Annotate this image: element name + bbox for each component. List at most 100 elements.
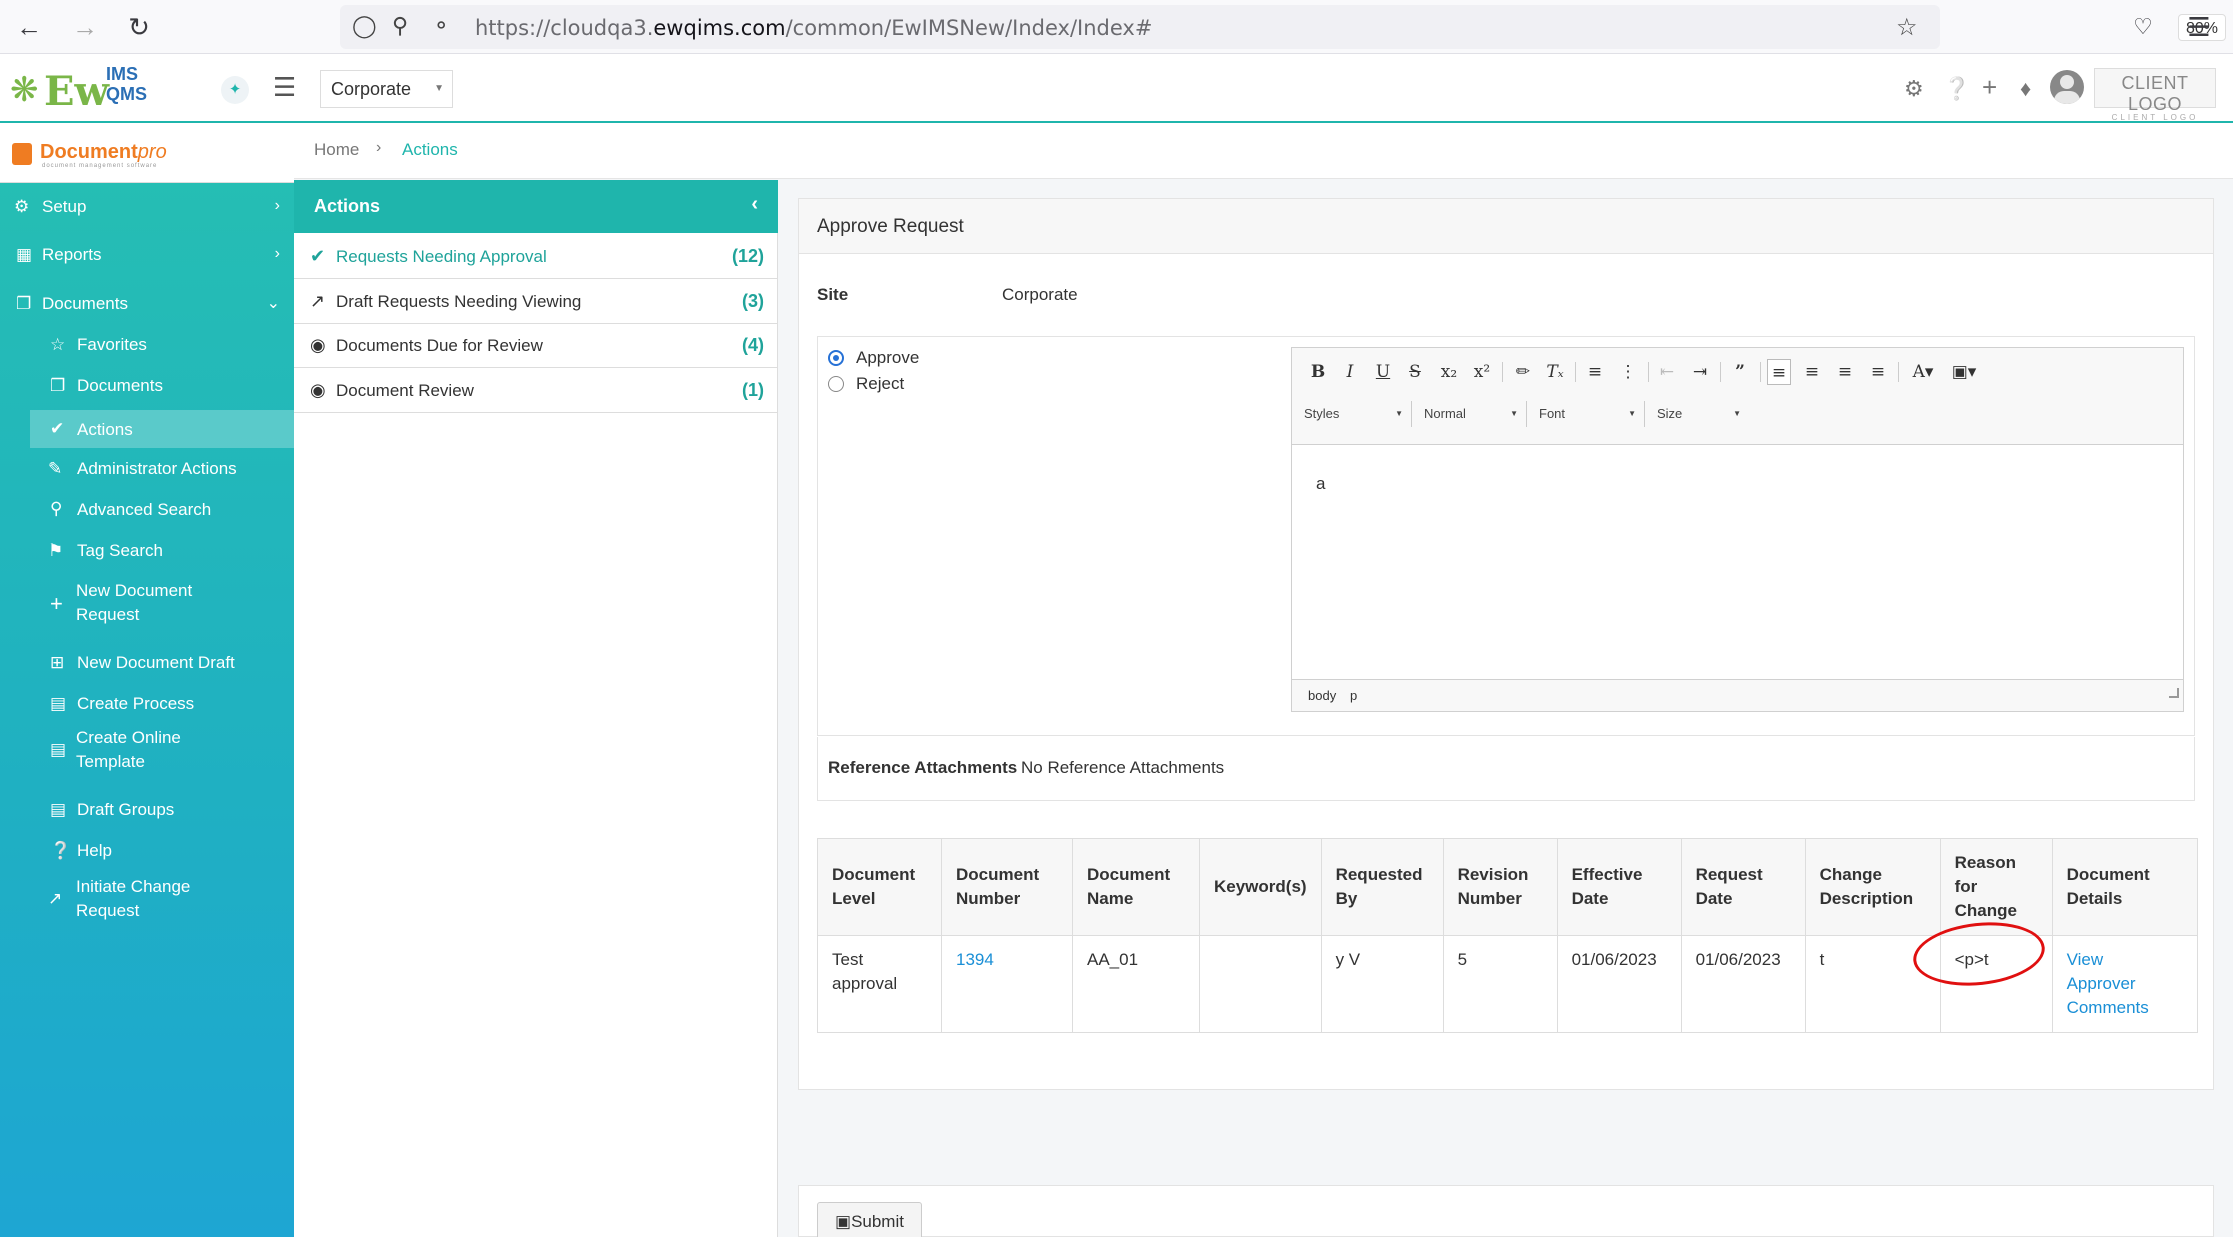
underline-button[interactable]: U	[1371, 359, 1395, 385]
reject-radio[interactable]	[828, 376, 844, 392]
menu-icon[interactable]: ☰	[2182, 10, 2216, 44]
actions-panel: Actions ‹ ✔ Requests Needing Approval (1…	[294, 180, 778, 1237]
remove-format-icon[interactable]: Tₓ	[1543, 359, 1567, 385]
sidebar-item-tag-search[interactable]: ⚑ Tag Search	[0, 532, 294, 568]
sidebar-item-advanced-search[interactable]: ⚲ Advanced Search	[0, 491, 294, 527]
outdent-icon[interactable]: ⇤	[1655, 359, 1679, 385]
cell-effective-date: 01/06/2023	[1556, 935, 1682, 1033]
sidebar-item-reports[interactable]: ▦ Reports ›	[0, 236, 294, 272]
sidebar-item-create-process[interactable]: ▤ Create Process	[0, 685, 294, 721]
caret-down-icon: ▼	[434, 83, 444, 94]
ewims-logo[interactable]: ❋ Ew IMS QMS	[10, 62, 160, 115]
page-title: Approve Request	[817, 216, 964, 237]
comment-editor: B I U S x₂ x² ✏ Tₓ ≡ ⋮ ⇤ ⇥ ” ≡ ≡ ≡ ≡ A▾ …	[1291, 347, 2184, 712]
avatar[interactable]	[2050, 70, 2084, 104]
list-icon: ▤	[50, 800, 67, 819]
th-change-description: Change Description	[1804, 838, 1941, 936]
lock-icon[interactable]: ⚲	[392, 13, 408, 39]
breadcrumb-home[interactable]: Home	[314, 140, 359, 160]
tags-icon: ⚑	[48, 541, 64, 560]
sidebar-item-new-document-draft[interactable]: ⊞ New Document Draft	[0, 644, 294, 680]
sidebar-item-help[interactable]: ❔ Help	[0, 832, 294, 868]
th-request-date: Request Date	[1680, 838, 1806, 936]
external-link-icon: ↗	[48, 889, 63, 908]
styles-combo[interactable]: Styles ▼	[1292, 401, 1412, 427]
sidebar-item-administrator-actions[interactable]: ✎ Administrator Actions	[0, 450, 294, 486]
font-combo[interactable]: Font ▼	[1527, 401, 1645, 427]
gear-icon[interactable]: ⚙	[1904, 76, 1924, 102]
resize-handle-icon[interactable]	[2169, 688, 2179, 698]
sidebar-item-documents[interactable]: ❐ Documents ⌄	[0, 285, 294, 321]
size-combo[interactable]: Size ▼	[1645, 401, 1749, 427]
search-icon: ⚲	[50, 499, 63, 518]
help-icon[interactable]: ❔	[1943, 76, 1970, 102]
italic-button[interactable]: I	[1338, 359, 1362, 385]
editor-content[interactable]: a	[1316, 474, 1325, 494]
path-body[interactable]: body	[1308, 688, 1336, 703]
pocket-icon[interactable]: ♡	[2126, 10, 2160, 44]
approve-radio[interactable]	[828, 350, 844, 366]
back-arrow-icon[interactable]: ←	[12, 10, 46, 44]
sidebar-item-draft-groups[interactable]: ▤ Draft Groups	[0, 791, 294, 827]
subscript-button[interactable]: x₂	[1437, 359, 1461, 385]
url-bar[interactable]: ◯ ⚲ ⚬ https://cloudqa3.ewqims.com/common…	[340, 5, 2226, 49]
superscript-button[interactable]: x²	[1470, 359, 1494, 385]
align-center-icon[interactable]: ≡	[1800, 359, 1824, 385]
blockquote-icon[interactable]: ”	[1728, 359, 1752, 385]
cell-revision-number: 5	[1442, 935, 1558, 1033]
sidebar-item-initiate-change-request[interactable]: ↗ Initiate Change Request	[0, 875, 294, 927]
copy-format-icon[interactable]: ✏	[1511, 359, 1535, 385]
table-header-row: Document Level Document Number Document Nam…	[817, 838, 2198, 936]
reject-label[interactable]: Reject	[856, 374, 904, 394]
justify-icon[interactable]: ≡	[1866, 359, 1890, 385]
view-approver-comments-link[interactable]: View Approver Comments	[2067, 950, 2149, 1017]
document-number-link[interactable]: 1394	[956, 950, 994, 969]
cell-document-name: AA_01	[1072, 935, 1200, 1033]
submit-button[interactable]: ▣Submit	[817, 1202, 922, 1237]
background-color-icon[interactable]: ▣▾	[1947, 359, 1981, 385]
numbered-list-icon[interactable]: ≡	[1583, 359, 1607, 385]
indent-icon[interactable]: ⇥	[1688, 359, 1712, 385]
shield-icon[interactable]: ◯	[352, 13, 377, 39]
check-icon: ✔	[50, 419, 65, 438]
th-document-number: Document Number	[941, 838, 1073, 936]
action-requests-needing-approval[interactable]: ✔ Requests Needing Approval (12)	[294, 235, 778, 279]
strikethrough-button[interactable]: S	[1403, 359, 1427, 385]
bookmark-star-icon[interactable]: ☆	[1896, 13, 1918, 42]
cell-document-details: View Approver Comments	[2051, 935, 2198, 1033]
collapse-chevron-icon[interactable]: ‹	[751, 193, 758, 216]
breadcrumb: Home › Actions	[294, 123, 2233, 179]
url-text[interactable]: https://cloudqa3.ewqims.com/common/EwIMS…	[475, 16, 1152, 40]
reload-icon[interactable]: ↻	[122, 10, 156, 44]
approve-label[interactable]: Approve	[856, 348, 919, 368]
align-left-icon[interactable]: ≡	[1767, 359, 1791, 385]
text-color-icon[interactable]: A▾	[1906, 359, 1940, 385]
site-select[interactable]: Corporate ▼	[320, 70, 453, 108]
action-documents-due-for-review[interactable]: ◉ Documents Due for Review (4)	[294, 324, 778, 368]
sidebar-item-documents-sub[interactable]: ❐ Documents	[0, 367, 294, 403]
hamburger-icon[interactable]: ☰	[273, 72, 296, 103]
client-logo: CLIENT LOGO CLIENT LOGO	[2094, 68, 2216, 122]
align-right-icon[interactable]: ≡	[1833, 359, 1857, 385]
sidebar-item-new-document-request[interactable]: + New Document Request	[0, 579, 294, 631]
action-draft-requests-needing-viewing[interactable]: ↗ Draft Requests Needing Viewing (3)	[294, 280, 778, 324]
sidebar-item-favorites[interactable]: ☆ Favorites	[0, 326, 294, 362]
path-p[interactable]: p	[1350, 688, 1357, 703]
plus-icon[interactable]: +	[1982, 72, 1997, 103]
bell-icon[interactable]: ♦	[2020, 76, 2031, 102]
action-document-review[interactable]: ◉ Document Review (1)	[294, 369, 778, 413]
th-requested-by: Requested By	[1320, 838, 1444, 936]
cell-document-number: 1394	[941, 935, 1073, 1033]
plus-icon: +	[50, 591, 63, 616]
format-combo[interactable]: Normal ▼	[1412, 401, 1527, 427]
pin-icon[interactable]: ✦	[221, 76, 249, 104]
th-document-details: Document Details	[2051, 838, 2198, 936]
save-icon: ▣	[835, 1212, 852, 1231]
sidebar-item-setup[interactable]: ⚙ Setup ›	[0, 188, 294, 224]
forward-arrow-icon[interactable]: →	[68, 10, 102, 44]
sidebar-item-create-online-template[interactable]: ▤ Create Online Template	[0, 726, 294, 778]
bold-button[interactable]: B	[1306, 359, 1330, 385]
bulleted-list-icon[interactable]: ⋮	[1616, 359, 1640, 385]
sidebar-item-actions[interactable]: ✔ Actions	[30, 410, 294, 448]
key-icon[interactable]: ⚬	[432, 13, 450, 39]
